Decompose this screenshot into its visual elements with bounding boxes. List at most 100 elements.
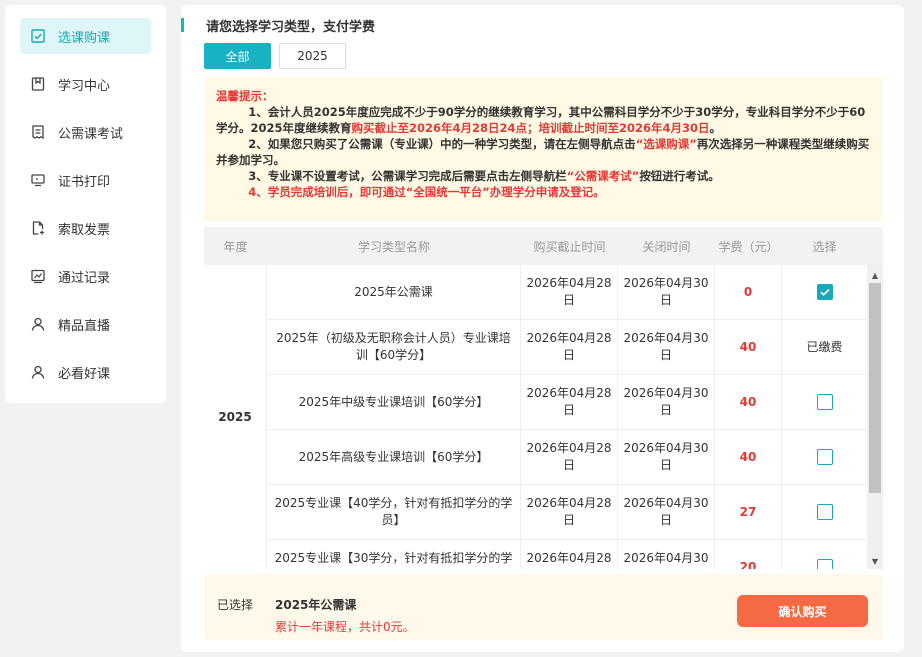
- purchase-deadline: 2026年04月28日: [521, 485, 618, 539]
- scroll-down-arrow-icon[interactable]: ▼: [867, 553, 883, 569]
- select-checkbox[interactable]: [816, 559, 833, 569]
- user-icon: [30, 364, 46, 380]
- close-date: 2026年04月30日: [618, 540, 715, 569]
- purchase-deadline: 2026年04月28日: [521, 430, 618, 484]
- sidebar-item-certificate[interactable]: 证书打印: [20, 162, 151, 198]
- table-row: 2025年高级专业课培训【60学分】 2026年04月28日 2026年04月3…: [267, 430, 867, 485]
- sidebar-item-label: 公需课考试: [58, 126, 124, 142]
- selection-footer: 已选择 2025年公需课 累计一年课程，共计0元。 确认购买: [204, 574, 883, 640]
- select-checkbox[interactable]: [816, 394, 833, 410]
- sidebar-item-live[interactable]: 精品直播: [20, 306, 151, 342]
- sidebar-item-label: 必看好课: [58, 366, 111, 382]
- bookmark-icon: [30, 76, 46, 92]
- select-cell: [782, 540, 867, 569]
- checkmark-icon: [819, 288, 830, 296]
- select-cell: [782, 485, 867, 539]
- purchase-deadline: 2026年04月28日: [521, 375, 618, 429]
- confirm-purchase-button[interactable]: 确认购买: [737, 595, 868, 627]
- table-row: 2025年公需课 2026年04月28日 2026年04月30日 0: [267, 265, 867, 320]
- notice-line-2: 2、如果您只购买了公需课（专业课）中的一种学习类型，请在左侧导航点击“选课购课”…: [216, 136, 871, 168]
- purchase-deadline: 2026年04月28日: [521, 540, 618, 569]
- purchase-deadline: 2026年04月28日: [521, 320, 618, 374]
- sidebar-item-course-selection[interactable]: 选课购课: [20, 18, 151, 54]
- table-row: 2025专业课【30学分，针对有抵扣学分的学员】 2026年04月28日 202…: [267, 540, 867, 569]
- notice-text: 按钮进行考试。: [639, 169, 720, 183]
- tab-all[interactable]: 全部: [204, 43, 271, 69]
- notice-text: 。: [709, 121, 722, 135]
- selection-summary: 累计一年课程，共计0元。: [275, 620, 415, 634]
- sidebar-item-label: 索取发票: [58, 222, 111, 238]
- close-date: 2026年04月30日: [618, 265, 715, 319]
- notice-text: 2、如果您只购买了公需课（专业课）中的一种学习类型，请在左侧导航点击: [248, 137, 636, 151]
- select-checkbox[interactable]: [816, 449, 833, 465]
- fee: 20: [715, 540, 782, 569]
- course-name: 2025年中级专业课培训【60学分】: [267, 375, 521, 429]
- fee: 40: [715, 430, 782, 484]
- course-table: 年度 学习类型名称 购买截止时间 关闭时间 学费（元） 选择 2025 2025…: [204, 227, 883, 569]
- notice-highlight: “公需课考试”: [566, 169, 640, 183]
- sidebar-item-label: 通过记录: [58, 270, 111, 286]
- exam-doc-icon: [30, 124, 46, 140]
- scroll-thumb[interactable]: [869, 283, 881, 493]
- sidebar-item-learning-center[interactable]: 学习中心: [20, 66, 151, 102]
- sidebar-item-must-watch[interactable]: 必看好课: [20, 354, 151, 390]
- selected-label: 已选择: [217, 598, 254, 612]
- table-row: 2025专业课【40学分，针对有抵扣学分的学员】 2026年04月28日 202…: [267, 485, 867, 540]
- close-date: 2026年04月30日: [618, 430, 715, 484]
- course-name: 2025年高级专业课培训【60学分】: [267, 430, 521, 484]
- sidebar-item-label: 选课购课: [58, 30, 111, 46]
- select-checkbox[interactable]: [816, 284, 833, 300]
- chart-line-icon: [30, 268, 46, 284]
- col-deadline: 购买截止时间: [533, 239, 606, 254]
- close-date: 2026年04月30日: [618, 485, 715, 539]
- notice-line-4: 4、学员完成培训后，即可通过“全国统一平台”办理学分申请及登记。: [248, 185, 605, 199]
- tab-2025[interactable]: 2025: [279, 43, 346, 69]
- course-name: 2025年公需课: [267, 265, 521, 319]
- year-cell: 2025: [204, 265, 267, 569]
- col-fee: 学费（元）: [718, 239, 779, 254]
- select-cell: [782, 430, 867, 484]
- sidebar-item-invoice[interactable]: 索取发票: [20, 210, 151, 246]
- select-checkbox[interactable]: [816, 504, 833, 520]
- col-name: 学习类型名称: [357, 239, 430, 254]
- sidebar-item-label: 证书打印: [58, 174, 111, 190]
- table-body: 2025 2025年公需课 2026年04月28日 2026年04月30日 0 …: [204, 265, 867, 569]
- title-bar: 请您选择学习类型，支付学费: [181, 17, 376, 35]
- sidebar-item-label: 学习中心: [58, 78, 111, 94]
- purchase-deadline: 2026年04月28日: [521, 265, 618, 319]
- notice-highlight: “选课购课”: [635, 137, 697, 151]
- table-row: 2025年（初级及无职称会计人员）专业课培训【60学分】 2026年04月28日…: [267, 320, 867, 375]
- table-scrollbar[interactable]: ▲ ▼: [867, 265, 883, 569]
- year-tabs: 全部 2025: [204, 43, 354, 69]
- select-cell: [782, 265, 867, 319]
- notice-box: 温馨提示： 1、会计人员2025年度应完成不少于90学分的继续教育学习，其中公需…: [204, 77, 883, 221]
- sidebar-item-label: 精品直播: [58, 318, 111, 334]
- sidebar-item-public-exam[interactable]: 公需课考试: [20, 114, 151, 150]
- title-accent-bar: [181, 18, 184, 32]
- close-date: 2026年04月30日: [618, 320, 715, 374]
- fee: 40: [715, 375, 782, 429]
- course-name: 2025年（初级及无职称会计人员）专业课培训【60学分】: [267, 320, 521, 374]
- col-year: 年度: [223, 239, 248, 254]
- scroll-up-arrow-icon[interactable]: ▲: [867, 267, 883, 283]
- fee: 40: [715, 320, 782, 374]
- page-title: 请您选择学习类型，支付学费: [206, 19, 376, 35]
- col-select: 选择: [812, 239, 837, 254]
- table-header: 年度 学习类型名称 购买截止时间 关闭时间 学费（元） 选择: [204, 227, 883, 265]
- monitor-icon: [30, 172, 46, 188]
- notice-highlight: 购买截止至2026年4月28日24点；培训截止时间至2026年4月30日: [351, 121, 710, 135]
- main-panel: 请您选择学习类型，支付学费 全部 2025 温馨提示： 1、会计人员2025年度…: [181, 5, 904, 652]
- table-row: 2025年中级专业课培训【60学分】 2026年04月28日 2026年04月3…: [267, 375, 867, 430]
- checkbox-icon: [30, 28, 46, 44]
- user-icon: [30, 316, 46, 332]
- sidebar: 选课购课 学习中心 公需课考试 证书打印 索取发票 通过记录 精品直播 必看好课: [5, 5, 166, 403]
- close-date: 2026年04月30日: [618, 375, 715, 429]
- sidebar-item-records[interactable]: 通过记录: [20, 258, 151, 294]
- col-close: 关闭时间: [642, 239, 691, 254]
- fee: 0: [715, 265, 782, 319]
- course-name: 2025专业课【40学分，针对有抵扣学分的学员】: [267, 485, 521, 539]
- fee: 27: [715, 485, 782, 539]
- notice-line-3: 3、专业课不设置考试，公需课学习完成后需要点击左侧导航栏“公需课考试”按钮进行考…: [216, 168, 871, 184]
- notice-text: 3、专业课不设置考试，公需课学习完成后需要点击左侧导航栏: [248, 169, 567, 183]
- course-name: 2025专业课【30学分，针对有抵扣学分的学员】: [267, 540, 521, 569]
